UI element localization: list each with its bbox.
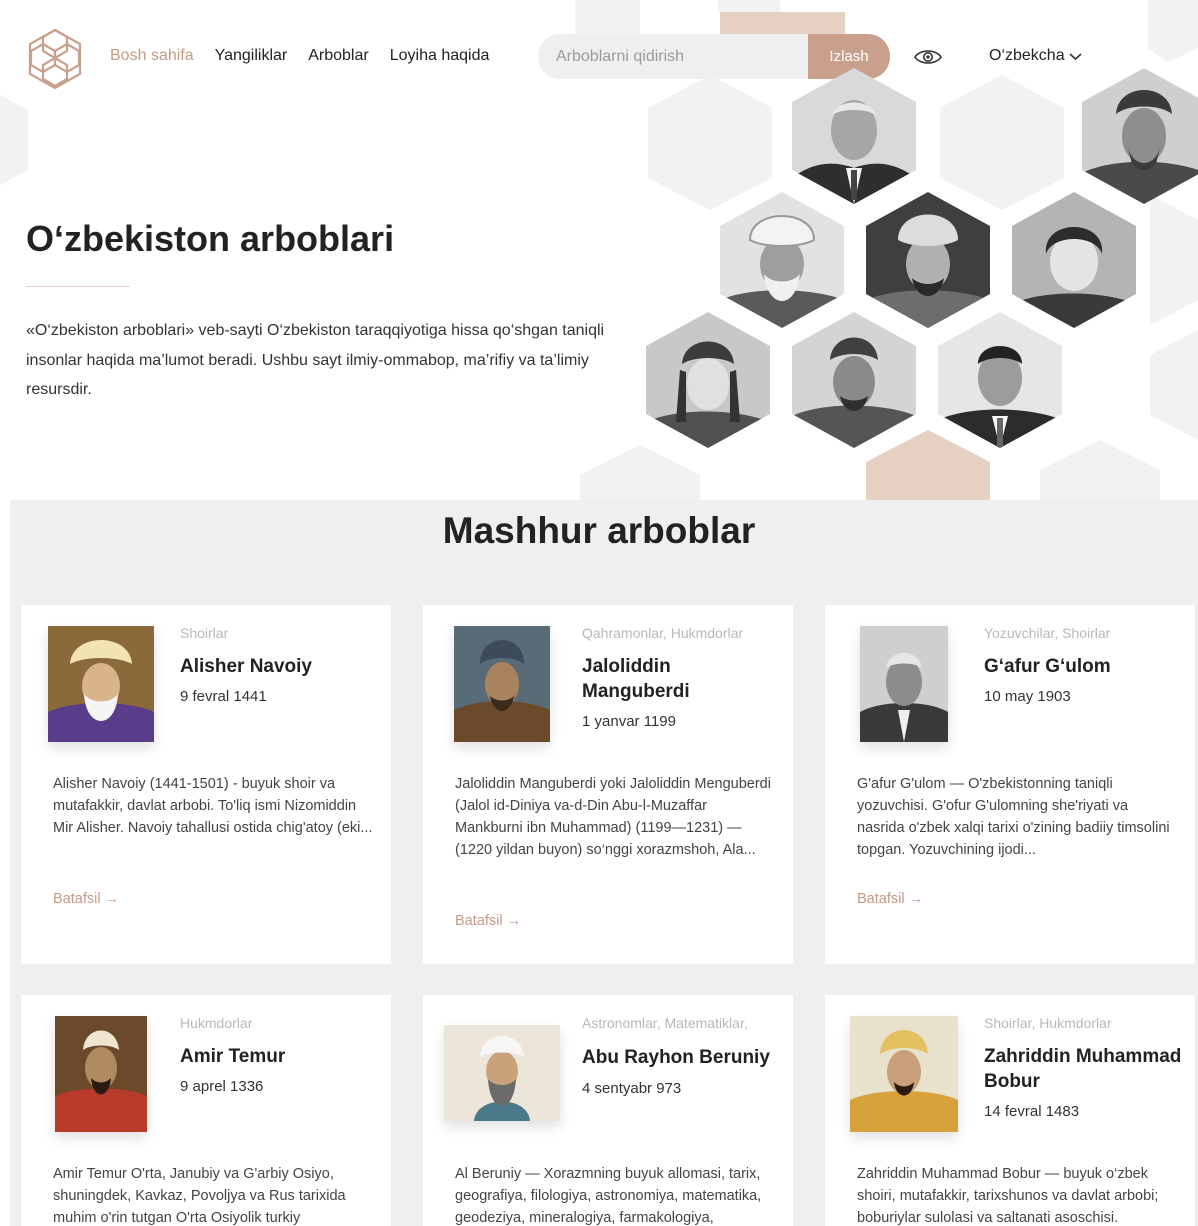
figure-portrait-image	[850, 1016, 958, 1132]
figure-birth-date: 1 yanvar 1199	[582, 713, 676, 730]
hero-divider	[26, 286, 130, 287]
figure-category: Shoirlar	[180, 625, 229, 641]
figure-description: Zahriddin Muhammad Bobur — buyuk o‘zbek …	[857, 1166, 1159, 1226]
figure-photo[interactable]	[55, 1016, 147, 1132]
figure-photo[interactable]	[48, 626, 154, 742]
nav-link-news[interactable]: Yangiliklar	[215, 47, 288, 65]
figure-card[interactable]: Hukmdorlar Amir Temur 9 aprel 1336 Amir …	[21, 995, 391, 1226]
figure-portrait-image	[454, 626, 550, 742]
figure-birth-date: 9 aprel 1336	[180, 1078, 264, 1095]
search-bar: Izlash	[538, 34, 890, 79]
figure-card[interactable]: Shoirlar, Hukmdorlar Zahriddin Muhammad …	[825, 995, 1195, 1226]
famous-figures-section: Mashhur arboblar Shoirlar Alisher Navoiy…	[10, 500, 1198, 1226]
figure-photo[interactable]	[454, 626, 550, 742]
figure-card[interactable]: Astronomlar, Matematiklar, Abu Rayhon Be…	[423, 995, 793, 1226]
figure-name[interactable]: Alisher Navoiy	[180, 654, 380, 679]
figure-birth-date: 14 fevral 1483	[984, 1103, 1080, 1120]
figure-photo[interactable]	[850, 1016, 958, 1132]
read-more-link[interactable]: Batafsil →	[455, 913, 521, 929]
read-more-link[interactable]: Batafsil →	[857, 891, 923, 907]
hero-description: «O‘zbekiston arboblari» veb-sayti O‘zbek…	[26, 322, 605, 398]
figure-birth-date: 4 sentyabr 973	[582, 1080, 682, 1097]
figure-description: Alisher Navoiy (1441-1501) - buyuk shoir…	[53, 776, 373, 836]
figure-name[interactable]: Abu Rayhon Beruniy	[582, 1045, 792, 1070]
figure-portrait-image	[444, 1025, 560, 1121]
figure-portrait-image	[48, 626, 154, 742]
main-nav: Bosh sahifa Yangiliklar Arboblar Loyiha …	[110, 47, 489, 65]
hero-title: O‘zbekiston arboblari	[26, 218, 395, 259]
site-header: Bosh sahifa Yangiliklar Arboblar Loyiha …	[0, 0, 1198, 112]
figure-portrait-image	[860, 626, 948, 742]
figure-category: Qahramonlar, Hukmdorlar	[582, 625, 744, 641]
nav-link-home[interactable]: Bosh sahifa	[110, 47, 194, 65]
hero-section: Bosh sahifa Yangiliklar Arboblar Loyiha …	[0, 0, 1198, 500]
figure-category: Yozuvchilar, Shoirlar	[984, 625, 1111, 641]
figure-category: Hukmdorlar	[180, 1015, 253, 1031]
figure-name[interactable]: G‘afur G‘ulom	[984, 654, 1184, 679]
figure-card[interactable]: Yozuvchilar, Shoirlar G‘afur G‘ulom 10 m…	[825, 605, 1195, 964]
nav-link-about[interactable]: Loyiha haqida	[390, 47, 490, 65]
figure-photo[interactable]	[860, 626, 948, 742]
figure-card[interactable]: Shoirlar Alisher Navoiy 9 fevral 1441 Al…	[21, 605, 391, 964]
figure-birth-date: 9 fevral 1441	[180, 688, 267, 705]
figure-description: G'afur G'ulom — O'zbekistonning taniqli …	[857, 776, 1170, 858]
chevron-down-icon	[1069, 52, 1082, 60]
search-input[interactable]	[538, 34, 808, 79]
figure-birth-date: 10 may 1903	[984, 688, 1071, 705]
language-label: O‘zbekcha	[989, 47, 1065, 64]
figure-card[interactable]: Qahramonlar, Hukmdorlar Jaloliddin Mangu…	[423, 605, 793, 964]
figure-category: Shoirlar, Hukmdorlar	[984, 1015, 1112, 1031]
figure-portrait-image	[55, 1016, 147, 1132]
language-selector[interactable]: O‘zbekcha	[989, 47, 1082, 65]
figure-description: Jaloliddin Manguberdi yoki Jaloliddin Me…	[455, 776, 771, 858]
figure-category: Astronomlar, Matematiklar,	[582, 1015, 748, 1031]
read-more-link[interactable]: Batafsil →	[53, 891, 119, 907]
section-title: Mashhur arboblar	[442, 510, 756, 551]
figure-name[interactable]: Zahriddin Muhammad Bobur	[984, 1044, 1184, 1094]
figure-photo[interactable]	[444, 1025, 560, 1121]
figure-name[interactable]: Jaloliddin Manguberdi	[582, 654, 782, 704]
eye-icon[interactable]	[914, 48, 942, 66]
logo-icon[interactable]	[26, 28, 84, 90]
figure-description: Al Beruniy — Xorazmning buyuk allomasi, …	[455, 1166, 762, 1226]
figure-name[interactable]: Amir Temur	[180, 1044, 380, 1069]
nav-link-figures[interactable]: Arboblar	[308, 47, 368, 65]
figure-description: Amir Temur O'rta, Janubiy va G'arbiy Osi…	[53, 1166, 346, 1226]
